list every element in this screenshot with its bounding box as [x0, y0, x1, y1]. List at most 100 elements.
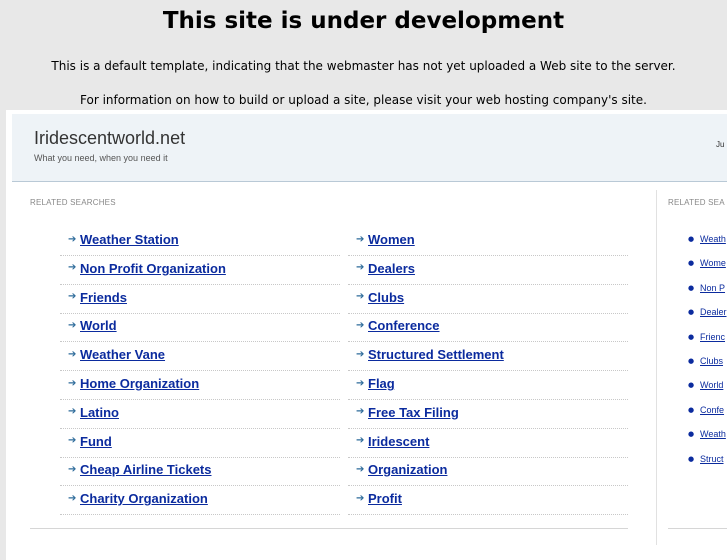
site-name[interactable]: Iridescentworld.net [34, 128, 185, 149]
arrow-right-icon: ➔ [356, 233, 365, 245]
related-search-item[interactable]: ➔ Weather Vane [68, 347, 165, 362]
notice-line-1: This is a default template, indicating t… [51, 59, 676, 73]
related-search-item[interactable]: ➔ Friends [68, 290, 127, 305]
related-search-item[interactable]: ➔ Fund [68, 434, 112, 449]
related-search-link[interactable]: Charity Organization [80, 491, 208, 506]
related-search-item[interactable]: ➔ Non Profit Organization [68, 261, 226, 276]
sidebar-link-item[interactable]: ● Weath [688, 429, 726, 439]
arrow-right-icon: ➔ [68, 233, 77, 245]
arrow-right-icon: ➔ [356, 262, 365, 274]
related-search-item[interactable]: ➔ Free Tax Filing [356, 405, 459, 420]
related-searches-label: RELATED SEARCHES [30, 198, 116, 207]
related-search-item[interactable]: ➔ Dealers [356, 261, 415, 276]
related-search-link[interactable]: Structured Settlement [368, 347, 504, 362]
sidebar-link-item[interactable]: ● Weath [688, 234, 726, 244]
arrow-right-icon: ➔ [68, 492, 77, 504]
related-search-item[interactable]: ➔ Women [356, 232, 415, 247]
related-search-link[interactable]: Conference [368, 318, 440, 333]
arrow-right-icon: ➔ [68, 262, 77, 274]
related-search-item[interactable]: ➔ Cheap Airline Tickets [68, 462, 212, 477]
sidebar-link-item[interactable]: ● Dealer [688, 307, 727, 317]
arrow-right-icon: ➔ [68, 319, 77, 331]
bullet-icon: ● [688, 283, 695, 292]
related-search-link[interactable]: Iridescent [368, 434, 429, 449]
sidebar-link-item[interactable]: ● Struct [688, 454, 724, 464]
related-search-item[interactable]: ➔ Structured Settlement [356, 347, 504, 362]
arrow-right-icon: ➔ [68, 377, 77, 389]
sidebar-link[interactable]: Wome [700, 258, 726, 268]
related-search-link[interactable]: Non Profit Organization [80, 261, 226, 276]
related-search-link[interactable]: Flag [368, 376, 395, 391]
arrow-right-icon: ➔ [68, 348, 77, 360]
related-search-link[interactable]: Cheap Airline Tickets [80, 462, 212, 477]
related-search-item[interactable]: ➔ Conference [356, 318, 440, 333]
related-search-item[interactable]: ➔ Clubs [356, 290, 404, 305]
sidebar-link[interactable]: Frienc [700, 332, 725, 342]
sidebar-link[interactable]: Struct [700, 454, 724, 464]
sidebar-link-item[interactable]: ● Confe [688, 405, 724, 415]
related-search-link[interactable]: Women [368, 232, 415, 247]
sidebar-link-item[interactable]: ● World [688, 380, 723, 390]
related-search-link[interactable]: Fund [80, 434, 112, 449]
related-search-item[interactable]: ➔ Latino [68, 405, 119, 420]
related-search-link[interactable]: Organization [368, 462, 447, 477]
column-divider [656, 190, 657, 545]
bullet-icon: ● [688, 454, 695, 463]
related-search-link[interactable]: Clubs [368, 290, 404, 305]
bullet-icon: ● [688, 381, 695, 390]
related-search-link[interactable]: Home Organization [80, 376, 199, 391]
bottom-divider [30, 528, 628, 529]
site-tagline: What you need, when you need it [34, 153, 168, 163]
sidebar-link-item[interactable]: ● Wome [688, 258, 726, 268]
related-search-link[interactable]: Friends [80, 290, 127, 305]
arrow-right-icon: ➔ [356, 319, 365, 331]
related-search-link[interactable]: Weather Station [80, 232, 179, 247]
arrow-right-icon: ➔ [356, 291, 365, 303]
sidebar-link[interactable]: World [700, 380, 723, 390]
related-search-item[interactable]: ➔ Iridescent [356, 434, 429, 449]
related-search-link[interactable]: Dealers [368, 261, 415, 276]
arrow-right-icon: ➔ [68, 463, 77, 475]
related-search-item[interactable]: ➔ Home Organization [68, 376, 199, 391]
related-search-link[interactable]: Weather Vane [80, 347, 165, 362]
related-search-link[interactable]: Free Tax Filing [368, 405, 459, 420]
arrow-right-icon: ➔ [356, 406, 365, 418]
bullet-icon: ● [688, 235, 695, 243]
arrow-right-icon: ➔ [356, 463, 365, 475]
related-search-link[interactable]: World [80, 318, 117, 333]
arrow-right-icon: ➔ [356, 377, 365, 389]
bullet-icon: ● [688, 405, 695, 414]
bullet-icon: ● [688, 308, 695, 317]
sidebar-link[interactable]: Clubs [700, 356, 723, 366]
related-search-item[interactable]: ➔ Charity Organization [68, 491, 208, 506]
sidebar-link-item[interactable]: ● Frienc [688, 332, 725, 342]
sidebar-link[interactable]: Dealer [700, 307, 727, 317]
bullet-icon: ● [688, 259, 695, 268]
notice-line-2: For information on how to build or uploa… [80, 93, 647, 107]
arrow-right-icon: ➔ [356, 435, 365, 447]
sidebar-bottom-divider [668, 528, 727, 529]
arrow-right-icon: ➔ [68, 435, 77, 447]
sidebar-link-item[interactable]: ● Non P [688, 283, 725, 293]
sidebar-link-item[interactable]: ● Clubs [688, 356, 723, 366]
related-search-link[interactable]: Profit [368, 491, 402, 506]
bullet-icon: ● [688, 357, 695, 365]
related-search-link[interactable]: Latino [80, 405, 119, 420]
related-search-item[interactable]: ➔ Profit [356, 491, 402, 506]
related-search-item[interactable]: ➔ Flag [356, 376, 395, 391]
sidebar-link[interactable]: Weath [700, 234, 726, 244]
sidebar-related-searches-label: RELATED SEA [668, 198, 725, 207]
related-search-item[interactable]: ➔ Organization [356, 462, 447, 477]
sidebar-link[interactable]: Weath [700, 429, 726, 439]
sidebar-link[interactable]: Non P [700, 283, 725, 293]
related-search-item[interactable]: ➔ World [68, 318, 117, 333]
header-right-text: Ju [716, 140, 725, 149]
arrow-right-icon: ➔ [356, 492, 365, 504]
related-search-item[interactable]: ➔ Weather Station [68, 232, 179, 247]
arrow-right-icon: ➔ [68, 291, 77, 303]
sidebar-link[interactable]: Confe [700, 405, 724, 415]
arrow-right-icon: ➔ [68, 406, 77, 418]
bullet-icon: ● [688, 332, 695, 341]
bullet-icon: ● [688, 430, 695, 439]
page-title: This site is under development [162, 8, 565, 34]
